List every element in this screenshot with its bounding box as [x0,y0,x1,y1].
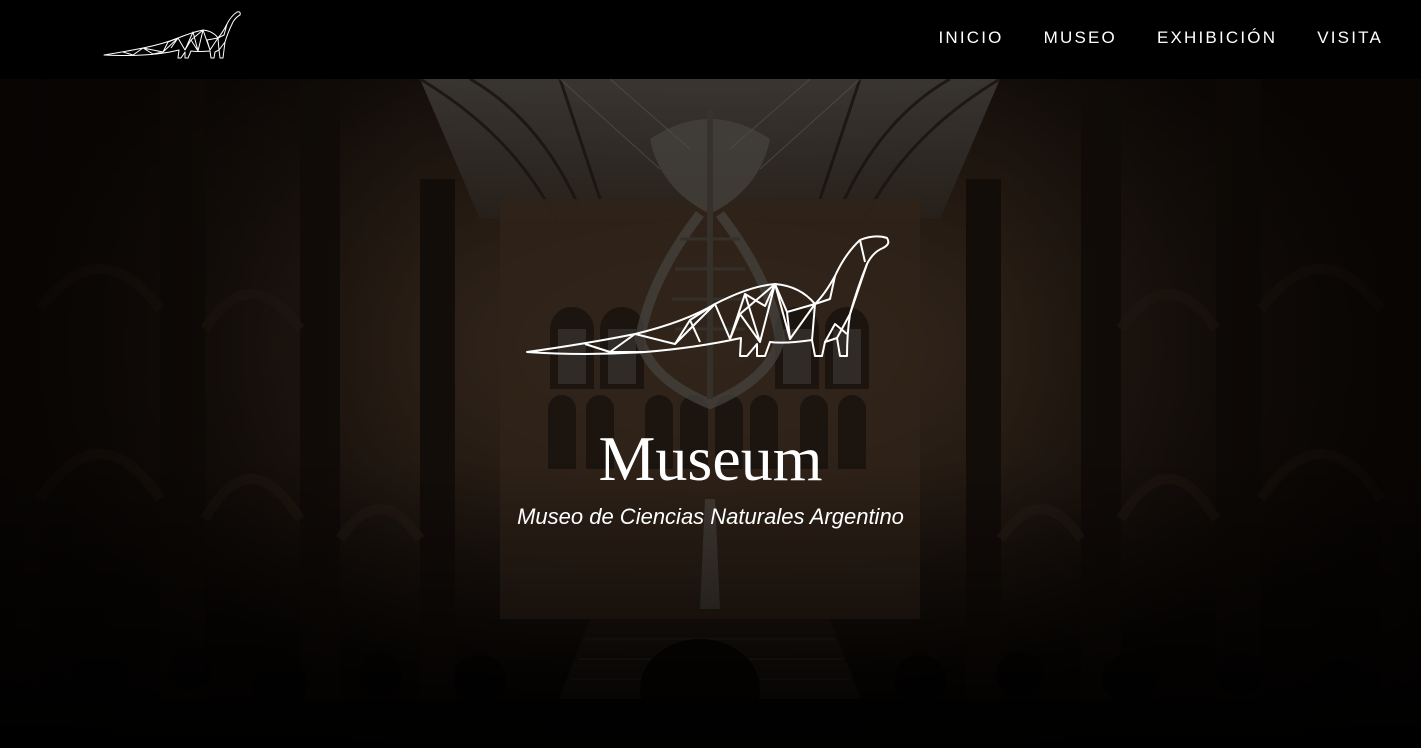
museum-hall-background-image [0,79,1421,748]
nav-link-museo[interactable]: MUSEO [1044,28,1117,48]
hero-section: Museum Museo de Ciencias Naturales Argen… [0,79,1421,748]
main-menu: INICIO MUSEO EXHIBICIÓN VISITA [938,28,1383,48]
nav-link-exhibicion[interactable]: EXHIBICIÓN [1157,28,1277,48]
hero-subtitle: Museo de Ciencias Naturales Argentino [517,504,904,529]
dinosaur-logo-icon [103,11,241,59]
logo-link[interactable] [103,10,243,60]
nav-link-inicio[interactable]: INICIO [938,28,1003,48]
top-navbar: INICIO MUSEO EXHIBICIÓN VISITA [0,0,1421,79]
hero-title: Museum [598,423,823,494]
nav-link-visita[interactable]: VISITA [1317,28,1383,48]
dinosaur-emblem-icon [526,235,890,357]
